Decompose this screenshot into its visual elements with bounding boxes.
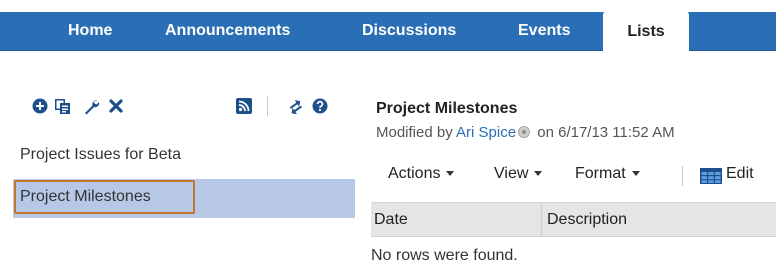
rss-icon[interactable] [235, 97, 253, 115]
table-edit-icon[interactable] [700, 168, 722, 184]
column-divider[interactable] [541, 203, 542, 237]
format-menu-label: Format [575, 165, 626, 182]
lists-toolbar [0, 88, 355, 122]
table-header: Date Description [371, 202, 776, 237]
tab-home[interactable]: Home [68, 12, 112, 50]
view-menu-label: View [494, 165, 529, 182]
actions-menu-label: Actions [388, 165, 441, 182]
modified-prefix: Modified by [376, 124, 457, 141]
copy-icon[interactable] [53, 97, 71, 115]
chevron-down-icon [631, 171, 640, 176]
column-header-date[interactable]: Date [374, 211, 408, 229]
menu-divider [682, 166, 683, 186]
tab-events[interactable]: Events [518, 12, 570, 50]
presence-icon[interactable] [518, 126, 531, 138]
list-item-project-milestones[interactable]: Project Milestones [20, 188, 151, 206]
help-icon[interactable] [311, 97, 329, 115]
chevron-down-icon [446, 171, 455, 176]
list-view: Project Milestones Modified by Ari Spice… [371, 88, 776, 266]
actions-menu[interactable]: Actions [388, 165, 455, 183]
modified-user-link[interactable]: Ari Spice [456, 124, 516, 141]
tab-lists[interactable]: Lists [603, 11, 689, 51]
toolbar-divider [267, 96, 268, 116]
list-title: Project Milestones [376, 100, 518, 117]
tab-discussions[interactable]: Discussions [362, 12, 456, 50]
tab-announcements[interactable]: Announcements [165, 12, 290, 50]
format-menu[interactable]: Format [575, 165, 640, 183]
modified-date: on 6/17/13 11:52 AM [533, 124, 675, 141]
list-item-project-issues[interactable]: Project Issues for Beta [20, 146, 181, 164]
empty-table-message: No rows were found. [371, 247, 518, 264]
column-header-description[interactable]: Description [547, 211, 627, 229]
list-menubar: Actions View Format Edit [371, 158, 776, 192]
chevron-down-icon [534, 171, 543, 176]
add-icon[interactable] [31, 97, 49, 115]
view-menu[interactable]: View [494, 165, 543, 183]
nav-bar: Home Announcements Discussions Events Li… [0, 11, 776, 51]
wrench-icon[interactable] [82, 97, 100, 115]
modified-info: Modified by Ari Spice on 6/17/13 11:52 A… [376, 124, 675, 141]
edit-button[interactable]: Edit [726, 165, 754, 183]
delete-icon[interactable] [107, 97, 125, 115]
top-navigation: Home Announcements Discussions Events Li… [0, 0, 776, 51]
refresh-icon[interactable] [286, 97, 304, 115]
